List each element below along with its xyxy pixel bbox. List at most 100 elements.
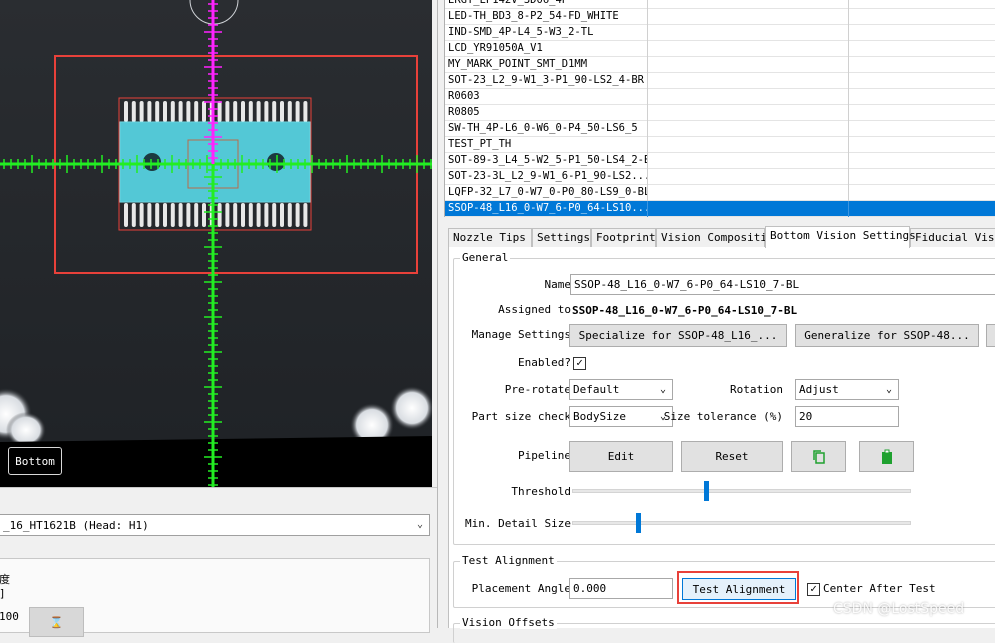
package-row[interactable]: MY_MARK_POINT_SMT_D1MM xyxy=(445,57,995,73)
chevron-down-icon: ⌄ xyxy=(885,384,892,395)
package-cell xyxy=(849,137,995,153)
tab-nozzle-tips[interactable]: Nozzle Tips xyxy=(448,228,532,247)
extra-manage-button[interactable] xyxy=(986,324,995,347)
package-row[interactable]: LCD_YR91050A_V1 xyxy=(445,41,995,57)
tab-vision-compositing[interactable]: Vision Compositing xyxy=(656,228,780,247)
chip-pin xyxy=(241,203,245,227)
package-cell xyxy=(849,25,995,41)
rotation-select[interactable]: Adjust ⌄ xyxy=(795,379,899,400)
chip-pin xyxy=(131,203,136,227)
package-row[interactable]: SSOP-48_L16_0-W7_6-P0_64-LS10... xyxy=(445,201,995,217)
partsize-select[interactable]: BodySize ⌄ xyxy=(569,406,673,427)
left-icon-button[interactable]: ⌛ xyxy=(29,607,84,637)
chip-pin xyxy=(217,203,222,227)
package-cell xyxy=(648,41,849,57)
copy-button[interactable] xyxy=(791,441,846,472)
tab-settings[interactable]: Settings xyxy=(532,228,591,247)
tolerance-field[interactable]: 20 xyxy=(795,406,899,427)
left-settings-box: 度 ] 100 ⌛ xyxy=(0,558,430,637)
min-detail-slider[interactable] xyxy=(572,512,911,534)
camera-label[interactable]: Bottom xyxy=(8,447,62,475)
chip-pin xyxy=(303,101,308,122)
enabled-label: Enabled? xyxy=(518,356,571,369)
camera-view[interactable]: Bottom xyxy=(0,0,432,487)
tab-fiducial-visio[interactable]: Fiducial Visio xyxy=(910,228,995,247)
package-name-cell: R0805 xyxy=(445,105,648,121)
pipeline-edit-button[interactable]: Edit xyxy=(569,441,673,472)
package-row[interactable]: R0603 xyxy=(445,89,995,105)
rotation-label: Rotation xyxy=(730,383,783,396)
package-cell xyxy=(648,121,849,137)
package-cell xyxy=(648,169,849,185)
nozzle-select[interactable]: _16_HT1621B (Head: H1) ⌄ xyxy=(0,514,430,536)
threshold-track xyxy=(572,489,911,493)
package-cell xyxy=(648,57,849,73)
chip-pin xyxy=(147,101,152,122)
specialize-button[interactable]: Specialize for SSOP-48_L16_... xyxy=(569,324,787,347)
paste-button[interactable] xyxy=(859,441,914,472)
package-row[interactable]: LED-TH_BD3_8-P2_54-FD_WHITE xyxy=(445,9,995,25)
center-after-test-label: Center After Test xyxy=(823,582,936,595)
placement-angle-field[interactable]: 0.000 xyxy=(569,578,673,599)
name-field[interactable]: SSOP-48_L16_0-W7_6-P0_64-LS10_7-BL xyxy=(570,274,995,295)
package-row[interactable]: SOT-89-3_L4_5-W2_5-P1_50-LS4_2-BR xyxy=(445,153,995,169)
package-row[interactable]: SOT-23-3L_L2_9-W1_6-P1_90-LS2... xyxy=(445,169,995,185)
general-title: General xyxy=(460,251,511,264)
package-cell xyxy=(849,185,995,201)
package-cell xyxy=(849,201,995,217)
prerotate-label: Pre-rotate xyxy=(504,383,571,396)
chip-pin xyxy=(163,203,167,227)
chip-pin xyxy=(170,101,175,122)
enabled-checkbox[interactable]: ✓ xyxy=(573,357,586,370)
package-cell xyxy=(849,0,995,9)
chip-pin xyxy=(295,203,300,227)
package-table[interactable]: ERGY_EP142V_3D06_4P LED-TH_BD3_8-P2_54-FD… xyxy=(444,0,995,217)
generalize-button[interactable]: Generalize for SSOP-48... xyxy=(795,324,979,347)
threshold-thumb[interactable] xyxy=(704,481,709,501)
chip-pin xyxy=(139,101,144,122)
placement-angle-label: Placement Angle xyxy=(471,582,571,595)
chip-pin xyxy=(280,203,284,227)
chevron-down-icon: ⌄ xyxy=(659,384,666,395)
partsize-label: Part size check xyxy=(471,410,571,423)
prerotate-select[interactable]: Default ⌄ xyxy=(569,379,673,400)
package-cell xyxy=(648,105,849,121)
package-cell xyxy=(648,201,849,217)
chip-pin xyxy=(178,203,183,227)
package-cell xyxy=(648,25,849,41)
rotation-value: Adjust xyxy=(799,383,839,396)
package-row[interactable]: LQFP-32_L7_0-W7_0-P0_80-LS9_0-BL xyxy=(445,185,995,201)
partsize-value: BodySize xyxy=(573,410,626,423)
chip-pin xyxy=(147,203,152,227)
chip-pin xyxy=(225,203,230,227)
copy-icon xyxy=(812,449,825,464)
package-cell xyxy=(648,0,849,9)
package-row[interactable]: SW-TH_4P-L6_0-W6_0-P4_50-LS6_5 xyxy=(445,121,995,137)
package-row[interactable]: SOT-23_L2_9-W1_3-P1_90-LS2_4-BR xyxy=(445,73,995,89)
right-pane: ERGY_EP142V_3D06_4P LED-TH_BD3_8-P2_54-FD… xyxy=(437,0,995,643)
nozzle-icon: ⌛ xyxy=(49,615,64,629)
package-cell xyxy=(648,185,849,201)
pipeline-reset-button[interactable]: Reset xyxy=(681,441,783,472)
package-cell xyxy=(648,137,849,153)
manage-settings-label: Manage Settings xyxy=(471,328,571,341)
package-name-cell: SW-TH_4P-L6_0-W6_0-P4_50-LS6_5 xyxy=(445,121,648,137)
threshold-slider[interactable] xyxy=(572,480,911,502)
package-row[interactable]: IND-SMD_4P-L4_5-W3_2-TL xyxy=(445,25,995,41)
chip-pin xyxy=(155,203,160,227)
assigned-label: Assigned to xyxy=(498,303,571,316)
package-row[interactable]: TEST_PT_TH xyxy=(445,137,995,153)
min-detail-thumb[interactable] xyxy=(636,513,641,533)
tab-footprint[interactable]: Footprint xyxy=(591,228,656,247)
chip-pin xyxy=(194,101,199,122)
package-name-cell: SOT-23-3L_L2_9-W1_6-P1_90-LS2... xyxy=(445,169,648,185)
package-row[interactable]: R0805 xyxy=(445,105,995,121)
center-after-test-checkbox[interactable]: ✓ xyxy=(807,583,820,596)
chip-pin xyxy=(241,101,245,122)
package-cell xyxy=(849,9,995,25)
chip-pin xyxy=(280,101,284,122)
package-row[interactable]: ERGY_EP142V_3D06_4P xyxy=(445,0,995,9)
chip-pin xyxy=(194,203,199,227)
chip-pin xyxy=(202,101,206,122)
tab-bottom-vision-settings[interactable]: Bottom Vision Settings xyxy=(765,226,916,248)
